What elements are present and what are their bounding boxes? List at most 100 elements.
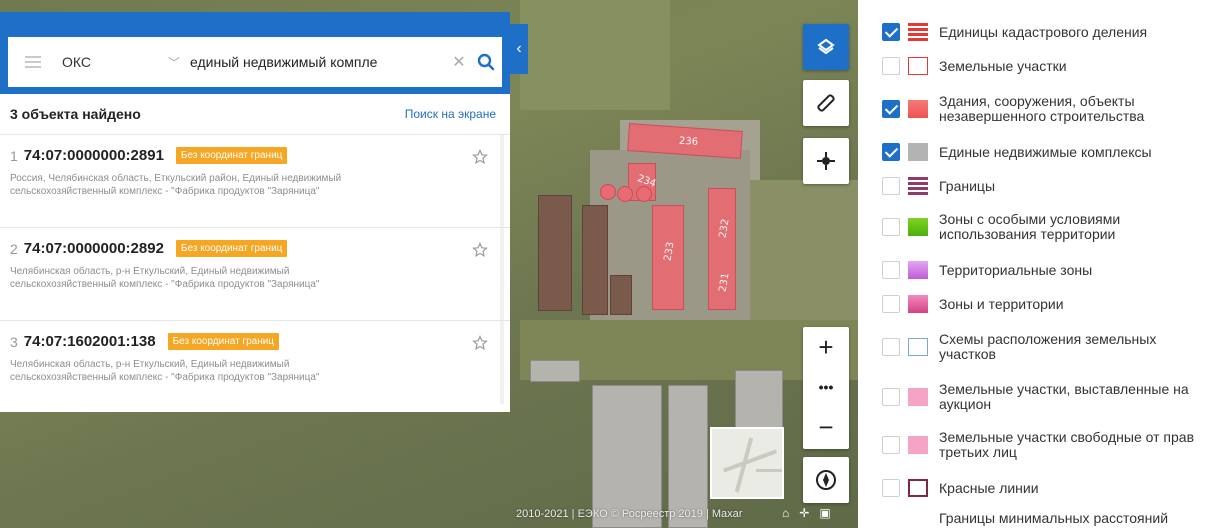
building-label: 231 [717, 272, 732, 293]
layer-label: Земельные участки, выставленные на аукци… [939, 381, 1189, 412]
map-roof [610, 275, 632, 315]
layers-button[interactable] [803, 24, 849, 70]
star-icon[interactable] [472, 242, 488, 258]
compass-button[interactable] [803, 457, 849, 503]
map-roof [530, 360, 580, 382]
star-icon[interactable] [472, 149, 488, 165]
layer-item-unified-complexes[interactable]: Единые недвижимые комплексы [858, 142, 1210, 162]
layer-item-territorial-zones[interactable]: Территориальные зоны [858, 260, 1210, 280]
layer-checkbox[interactable] [882, 295, 900, 313]
map-roof [735, 370, 783, 430]
layer-label: Границы [939, 177, 995, 194]
map-bottom-icons: ⌂ ✛ ▣ [782, 506, 831, 520]
address-line: сельскохозяйственный комплекс - "Фабрика… [10, 186, 320, 197]
star-icon[interactable] [472, 335, 488, 351]
result-address: Челябинская область, р-н Еткульский, Еди… [10, 265, 470, 291]
result-item[interactable]: 3 74:07:1602001:138 Без координат границ… [0, 320, 510, 413]
result-item[interactable]: 1 74:07:0000000:2891 Без координат грани… [0, 134, 510, 227]
layer-swatch [908, 100, 928, 118]
zoom-in-button[interactable]: + [803, 327, 849, 367]
layer-item-auction-plots[interactable]: Земельные участки, выставленные на аукци… [858, 380, 1210, 414]
result-number: 3 [10, 333, 18, 350]
building-234-part[interactable] [617, 186, 633, 202]
layer-item-zones-territories[interactable]: Зоны и территории [858, 294, 1210, 314]
zoom-out-button[interactable]: − [803, 407, 849, 447]
ruler-icon [817, 94, 835, 112]
cadastral-number[interactable]: 74:07:0000000:2891 [24, 147, 164, 164]
layer-checkbox[interactable] [882, 338, 900, 356]
layer-swatch [908, 218, 928, 236]
search-button[interactable] [470, 53, 502, 71]
layer-item-cadastral-division[interactable]: Единицы кадастрового деления [858, 22, 1210, 42]
menu-icon[interactable] [8, 56, 58, 68]
building-234-part[interactable] [636, 186, 652, 202]
result-item[interactable]: 2 74:07:0000000:2892 Без координат грани… [0, 227, 510, 320]
layer-item-free-plots[interactable]: Земельные участки свободные от прав трет… [858, 428, 1210, 462]
results-header: 3 объекта найдено Поиск на экране [0, 94, 510, 134]
layer-label: Территориальные зоны [939, 261, 1093, 278]
minimap[interactable] [710, 427, 784, 499]
zoom-more-button[interactable]: ••• [803, 367, 849, 407]
result-address: Челябинская область, р-н Еткульский, Еди… [10, 358, 470, 384]
layer-item-special-zones[interactable]: Зоны с особыми условиями использования т… [858, 210, 1210, 244]
map-roof [668, 385, 708, 528]
screen-icon[interactable]: ▣ [819, 506, 830, 520]
building-232-231[interactable]: 232 231 [708, 188, 736, 310]
layer-checkbox[interactable] [882, 218, 900, 236]
layer-label: Схемы расположения земельных участков [939, 331, 1157, 362]
layer-checkbox[interactable] [882, 177, 900, 195]
zoom-control: + ••• − [803, 327, 849, 449]
layer-swatch [908, 479, 928, 497]
locate-button[interactable] [803, 138, 849, 184]
layer-item-layout-schemes[interactable]: Схемы расположения земельных участков [858, 330, 1210, 364]
layer-checkbox[interactable] [882, 388, 900, 406]
screen-search-link[interactable]: Поиск на экране [405, 107, 496, 121]
search-box: ОКС ﹀ единый недвижимый компле ✕ [8, 37, 502, 87]
status-badge: Без координат границ [167, 333, 280, 350]
building-234-part[interactable] [600, 184, 616, 200]
layer-item-buildings[interactable]: Здания, сооружения, объекты незавершенно… [858, 92, 1210, 126]
status-badge: Без координат границ [175, 240, 288, 257]
results-panel: 3 объекта найдено Поиск на экране 1 74:0… [0, 94, 510, 412]
cadastral-number[interactable]: 74:07:1602001:138 [24, 333, 156, 350]
layer-swatch [908, 23, 928, 41]
layer-swatch [908, 57, 928, 75]
layer-label: Границы минимальных расстояний [939, 509, 1169, 526]
search-input[interactable]: единый недвижимый компле [190, 54, 448, 70]
layer-item-min-distances[interactable]: Границы минимальных расстояний [858, 508, 1210, 528]
result-address: Россия, Челябинская область, Еткульский … [10, 172, 470, 198]
layer-checkbox[interactable] [882, 23, 900, 41]
layer-checkbox[interactable] [882, 479, 900, 497]
layer-item-land-plots[interactable]: Земельные участки [858, 56, 1210, 76]
address-line: сельскохозяйственный комплекс - "Фабрика… [10, 279, 320, 290]
layer-swatch [908, 261, 928, 279]
home-icon[interactable]: ⌂ [782, 506, 789, 520]
address-line: Челябинская область, р-н Еткульский, Еди… [10, 359, 290, 370]
building-label: 236 [678, 135, 699, 148]
result-number: 2 [10, 240, 18, 257]
layer-label: Земельные участки [939, 57, 1067, 74]
layer-label: Здания, сооружения, объекты незавершенно… [939, 93, 1145, 124]
ruler-button[interactable] [803, 80, 849, 126]
search-panel-header: ОКС ﹀ единый недвижимый компле ✕ [0, 12, 510, 94]
layer-item-red-lines[interactable]: Красные линии [858, 478, 1210, 498]
layer-checkbox[interactable] [882, 261, 900, 279]
map-roof [592, 385, 662, 528]
results-count: 3 объекта найдено [10, 106, 141, 122]
layer-label: Зоны с особыми условиями использования т… [939, 211, 1121, 242]
compass-icon [816, 470, 836, 490]
layer-checkbox[interactable] [882, 100, 900, 118]
building-233[interactable]: 233 [652, 205, 684, 310]
map-copyright: 2010-2021 | ЕЭКО © Росреестр 2019 | Maxa… [516, 508, 743, 520]
layer-item-borders[interactable]: Границы [858, 176, 1210, 196]
collapse-panel-button[interactable]: ‹ [510, 24, 528, 74]
category-select[interactable]: ОКС [58, 54, 168, 70]
layer-checkbox[interactable] [882, 143, 900, 161]
layer-checkbox[interactable] [882, 57, 900, 75]
clear-icon[interactable]: ✕ [448, 52, 470, 72]
layer-checkbox[interactable] [882, 436, 900, 454]
layer-swatch [908, 177, 928, 195]
plus-icon[interactable]: ✛ [799, 506, 809, 520]
chevron-down-icon[interactable]: ﹀ [168, 54, 190, 71]
cadastral-number[interactable]: 74:07:0000000:2892 [24, 240, 164, 257]
